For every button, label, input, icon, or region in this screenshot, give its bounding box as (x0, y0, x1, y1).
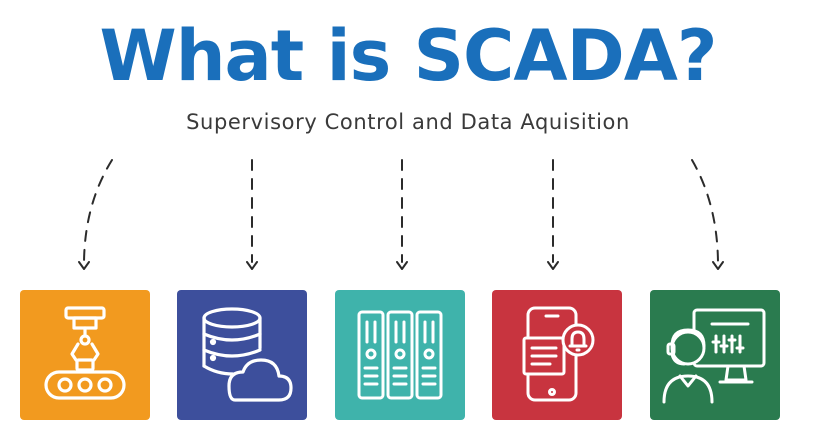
tile-database-cloud (177, 290, 307, 420)
server-racks-icon (357, 310, 443, 400)
tile-server-racks (335, 290, 465, 420)
database-cloud-icon (202, 307, 293, 402)
tile-smartphone-alert (492, 290, 622, 420)
arrow-1 (83, 159, 113, 266)
tile-operator-monitor (650, 290, 780, 420)
operator-monitor-icon (662, 308, 766, 404)
tile-robotic-arm (20, 290, 150, 420)
smartphone-alert-icon (522, 306, 595, 402)
robotic-arm-conveyor-icon (44, 306, 126, 400)
arrow-5 (691, 159, 719, 266)
